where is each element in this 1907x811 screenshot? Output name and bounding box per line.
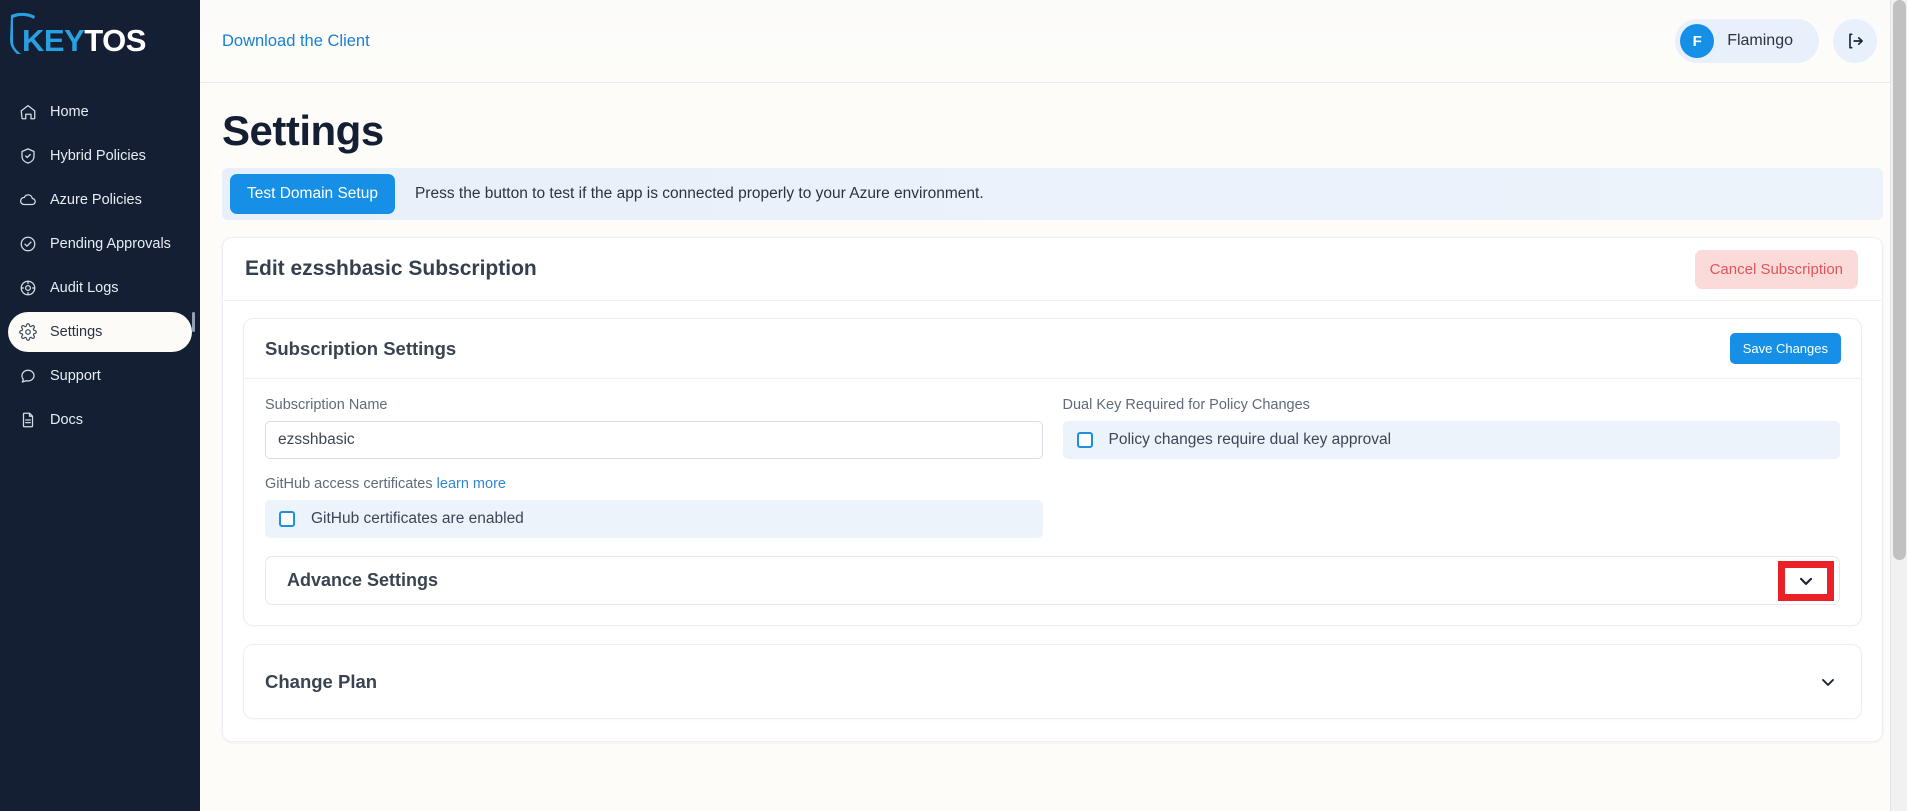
subscription-panel: Edit ezsshbasic Subscription Cancel Subs… [222, 237, 1883, 742]
shield-logo-icon [10, 12, 35, 54]
sidebar-item-pending-approvals[interactable]: Pending Approvals [8, 224, 192, 264]
sidebar-item-support[interactable]: Support [8, 356, 192, 396]
home-icon [19, 103, 37, 121]
subscription-settings-card: Subscription Settings Save Changes Subsc… [243, 318, 1862, 626]
top-bar: Download the Client F Flamingo [200, 0, 1907, 83]
sidebar-item-azure-policies[interactable]: Azure Policies [8, 180, 192, 220]
subscription-panel-body: Subscription Settings Save Changes Subsc… [223, 301, 1882, 741]
github-certs-checkbox[interactable] [279, 511, 295, 527]
document-icon [19, 411, 37, 429]
dual-key-check-row[interactable]: Policy changes require dual key approval [1062, 421, 1840, 459]
page-title: Settings [222, 107, 384, 154]
sidebar-item-docs[interactable]: Docs [8, 400, 192, 440]
page-content: Settings Test Domain Setup Press the but… [200, 107, 1907, 742]
advance-settings-title: Advance Settings [287, 570, 439, 590]
scrollbar-thumb[interactable] [1893, 0, 1906, 560]
download-client-link[interactable]: Download the Client [222, 32, 370, 51]
subscription-settings-header: Subscription Settings Save Changes [244, 319, 1861, 379]
subscription-settings-title: Subscription Settings [265, 337, 457, 359]
chevron-down-icon[interactable] [1817, 671, 1839, 693]
sidebar-nav: Home Hybrid Policies Azure Policies Pend… [0, 92, 200, 440]
subscription-panel-header: Edit ezsshbasic Subscription Cancel Subs… [223, 238, 1882, 301]
main-content: Download the Client F Flamingo Settings … [200, 0, 1907, 811]
github-learn-more-link[interactable]: learn more [437, 476, 506, 492]
grid-spacer [1063, 476, 1841, 538]
github-certs-check-row[interactable]: GitHub certificates are enabled [265, 500, 1043, 538]
subscription-settings-body: Subscription Name Dual Key Required for … [244, 379, 1861, 625]
sidebar-item-label: Home [50, 104, 89, 120]
chat-bubble-icon [19, 367, 37, 385]
dual-key-label: Dual Key Required for Policy Changes [1062, 397, 1310, 413]
chevron-down-icon[interactable] [1795, 570, 1817, 592]
logout-icon [1849, 33, 1863, 49]
test-domain-setup-button[interactable]: Test Domain Setup [230, 174, 395, 214]
cloud-icon [19, 191, 37, 209]
subscription-name-label: Subscription Name [265, 397, 388, 413]
change-plan-title: Change Plan [265, 670, 378, 692]
logout-button[interactable] [1833, 19, 1877, 63]
app-logo[interactable]: KEY TOS [0, 10, 200, 72]
cancel-subscription-button[interactable]: Cancel Subscription [1694, 249, 1858, 289]
sidebar: KEY TOS Home Hybrid Policies Azure Polic… [0, 0, 200, 811]
advance-settings-highlight [1778, 560, 1834, 601]
logo-text-tos: TOS [84, 23, 146, 58]
gear-icon [19, 323, 37, 341]
avatar: F [1680, 24, 1715, 58]
sidebar-item-label: Hybrid Policies [50, 148, 146, 164]
subscription-panel-title: Edit ezsshbasic Subscription [245, 257, 537, 280]
change-plan-accordion[interactable]: Change Plan [243, 644, 1862, 719]
domain-test-description: Press the button to test if the app is c… [414, 185, 984, 202]
sidebar-item-label: Pending Approvals [50, 236, 171, 252]
dual-key-group: Dual Key Required for Policy Changes Pol… [1062, 397, 1840, 459]
github-certs-check-label: GitHub certificates are enabled [311, 510, 524, 527]
sidebar-item-label: Azure Policies [50, 192, 142, 208]
target-icon [19, 279, 37, 297]
save-changes-button[interactable]: Save Changes [1729, 333, 1841, 364]
check-circle-icon [19, 235, 37, 253]
shield-check-icon [19, 147, 37, 165]
sidebar-item-label: Audit Logs [50, 280, 119, 296]
page-scrollbar[interactable] [1890, 0, 1907, 811]
dual-key-checkbox[interactable] [1076, 432, 1093, 448]
sidebar-item-home[interactable]: Home [8, 92, 192, 132]
user-menu[interactable]: F Flamingo [1675, 19, 1819, 63]
github-certs-label: GitHub access certificates learn more [265, 476, 1043, 492]
sidebar-item-label: Support [50, 368, 101, 384]
user-name-label: Flamingo [1727, 32, 1793, 49]
sidebar-item-hybrid-policies[interactable]: Hybrid Policies [8, 136, 192, 176]
subscription-name-input[interactable] [265, 421, 1043, 459]
subscription-name-group: Subscription Name [265, 397, 1043, 459]
app-root: KEY TOS Home Hybrid Policies Azure Polic… [0, 0, 1907, 811]
advance-settings-accordion[interactable]: Advance Settings [265, 556, 1840, 605]
sidebar-item-settings[interactable]: Settings [8, 312, 192, 352]
sidebar-item-audit-logs[interactable]: Audit Logs [8, 268, 192, 308]
domain-test-banner: Test Domain Setup Press the button to te… [222, 168, 1883, 220]
sidebar-item-label: Settings [50, 324, 103, 340]
topbar-right-group: F Flamingo [1675, 19, 1877, 63]
sidebar-collapse-handle[interactable] [192, 312, 195, 332]
settings-field-grid: Subscription Name Dual Key Required for … [265, 397, 1840, 538]
github-certs-label-text: GitHub access certificates [265, 476, 433, 492]
sidebar-item-label: Docs [50, 412, 84, 428]
dual-key-check-label: Policy changes require dual key approval [1108, 431, 1392, 448]
github-certs-group: GitHub access certificates learn more Gi… [265, 476, 1043, 538]
